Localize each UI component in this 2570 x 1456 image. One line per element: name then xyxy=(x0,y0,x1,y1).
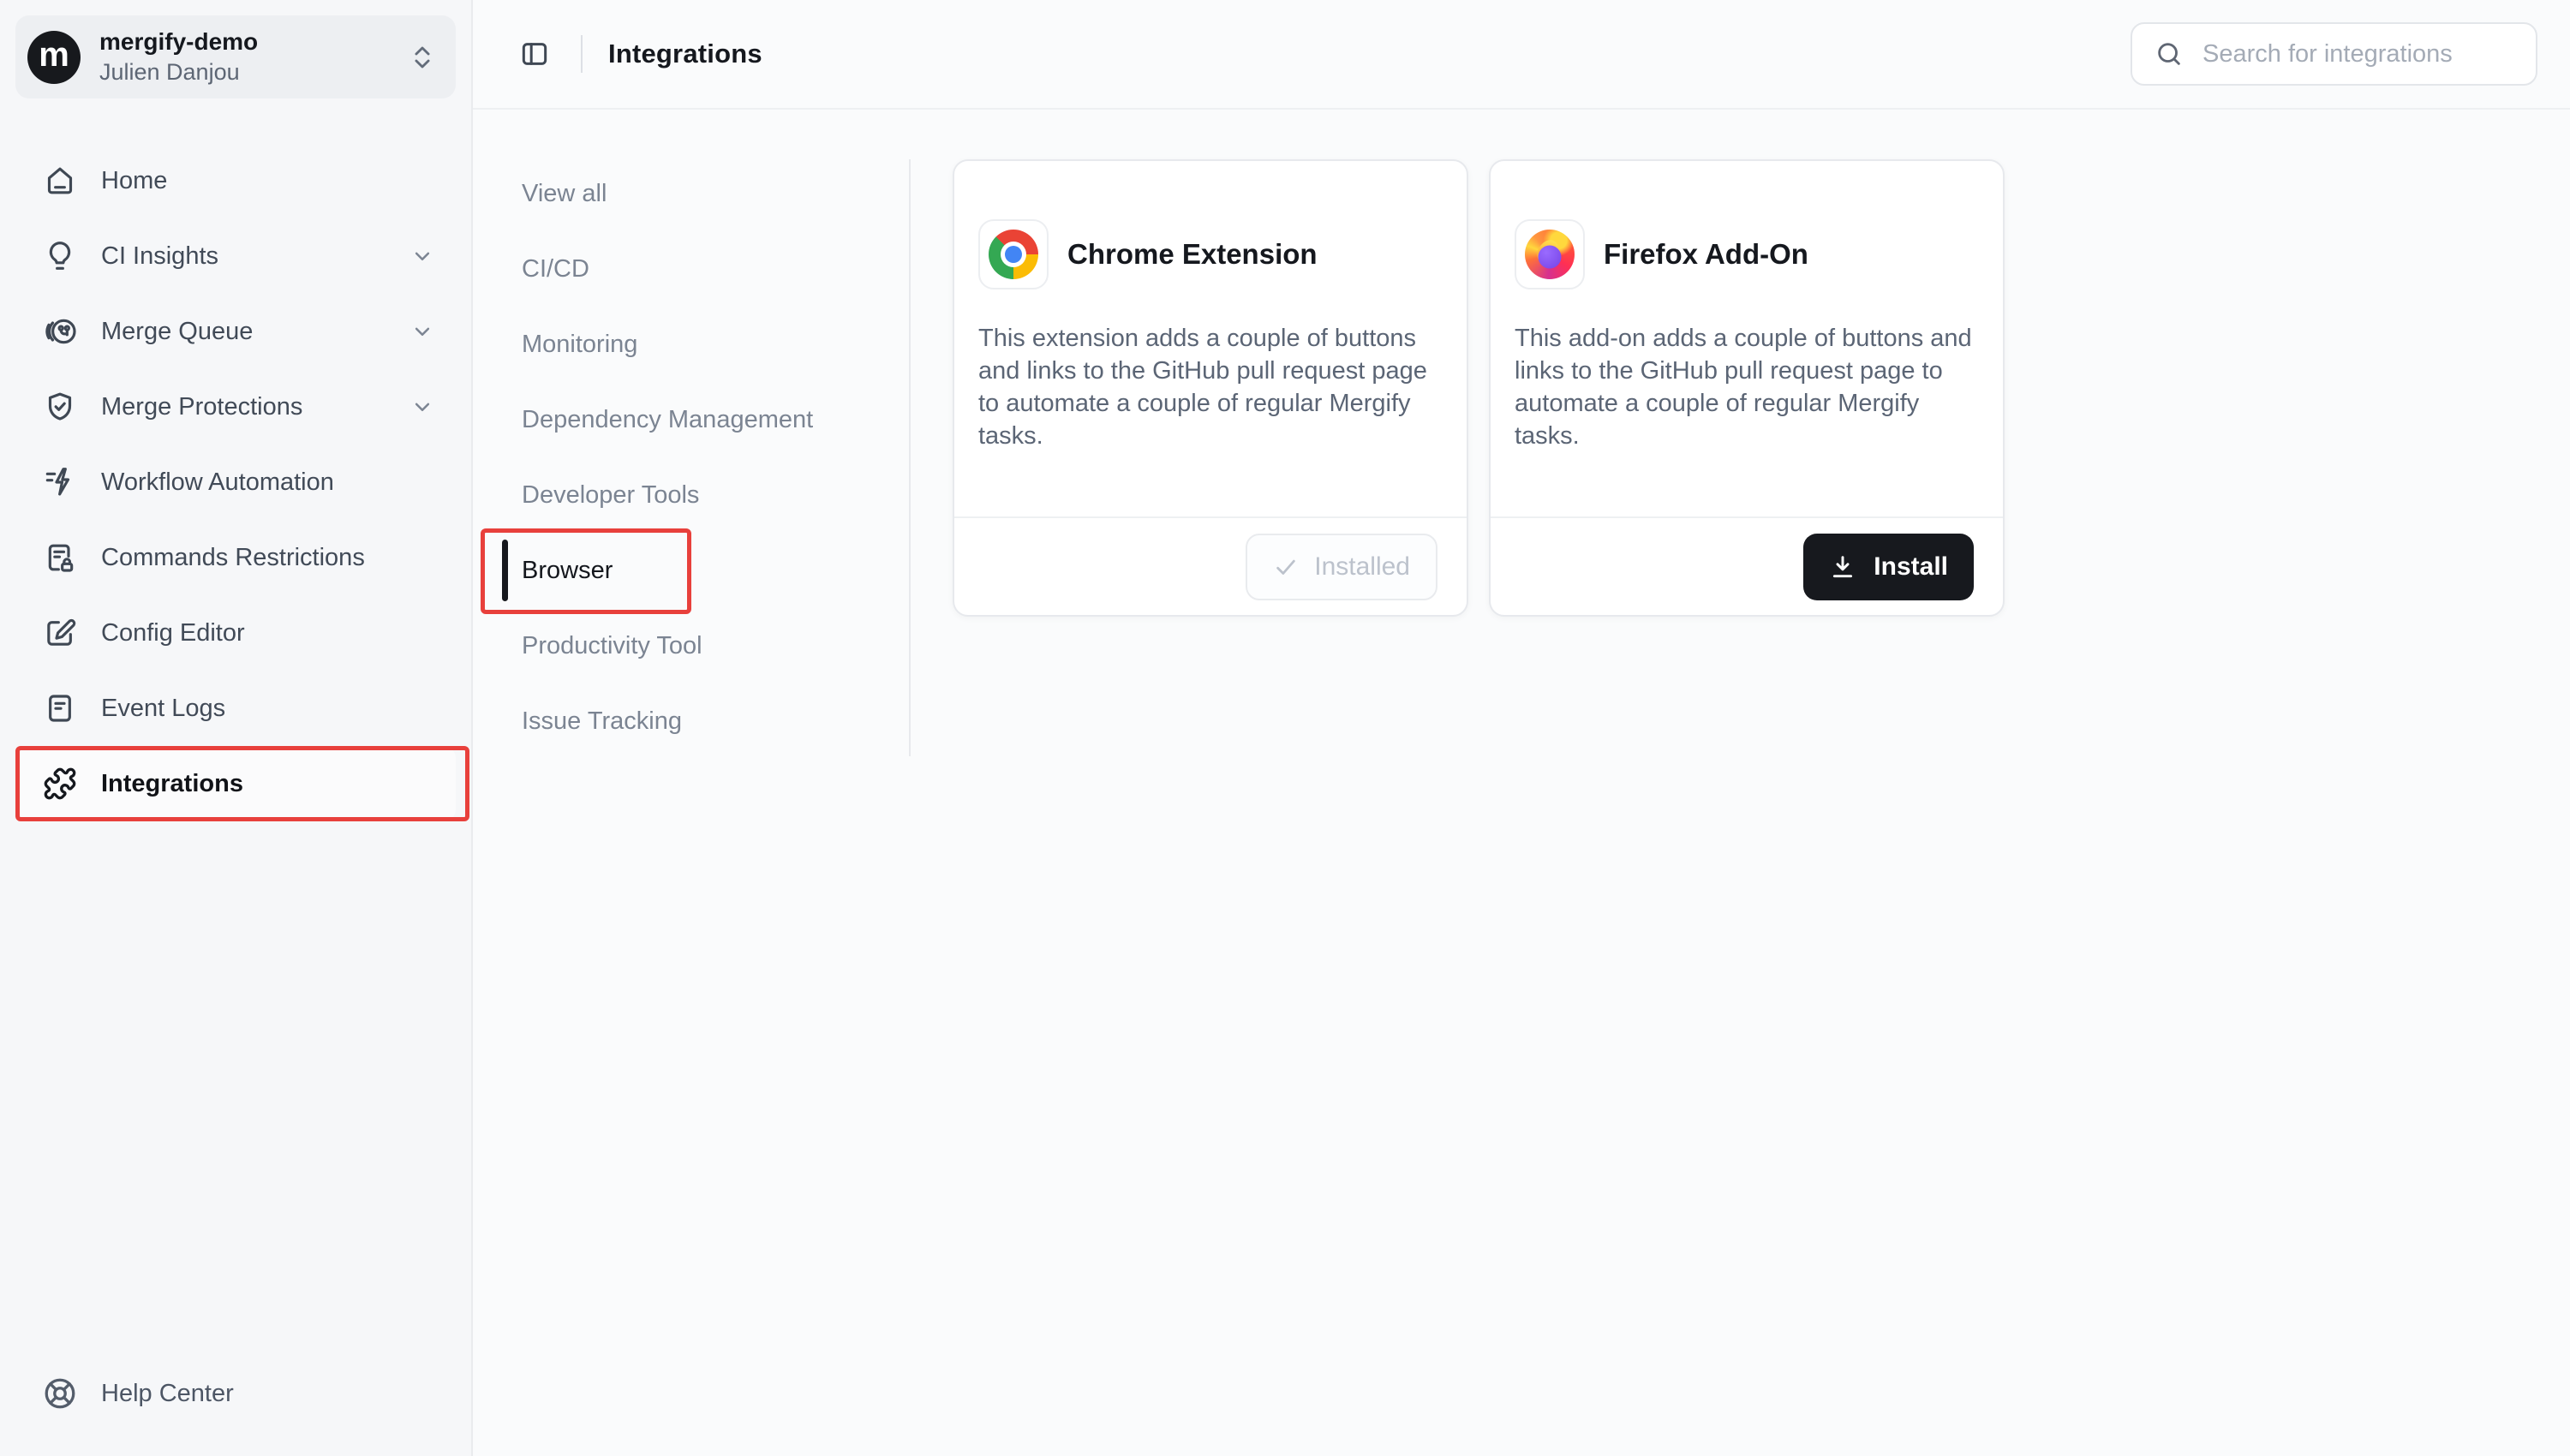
sidebar-item-label: Workflow Automation xyxy=(101,468,334,497)
search-icon xyxy=(2155,39,2184,69)
workspace-avatar: m xyxy=(27,31,81,84)
card-footer: Installed xyxy=(954,516,1467,615)
category-label: Issue Tracking xyxy=(522,707,682,736)
sidebar-item-label: Config Editor xyxy=(101,619,245,647)
sidebar-item-label: Commands Restrictions xyxy=(101,544,365,572)
category-label: Monitoring xyxy=(522,331,637,359)
sidebar-nav: Home CI Insights Merge Queue xyxy=(15,143,456,821)
installed-button[interactable]: Installed xyxy=(1246,534,1437,600)
category-nav: View all CI/CD Monitoring Dependency Man… xyxy=(473,110,909,759)
category-item-issue-tracking[interactable]: Issue Tracking xyxy=(522,683,909,759)
chevron-down-icon xyxy=(409,243,435,269)
panel-left-icon xyxy=(518,38,551,70)
lifebuoy-icon xyxy=(41,1375,79,1412)
sidebar-item-merge-queue[interactable]: Merge Queue xyxy=(15,294,456,369)
category-item-browser[interactable]: Browser xyxy=(522,533,909,608)
sidebar-item-label: Home xyxy=(101,167,167,195)
chevrons-up-down-icon xyxy=(408,43,437,72)
chevron-down-icon xyxy=(409,394,435,420)
category-item-dependency-management[interactable]: Dependency Management xyxy=(522,382,909,457)
sidebar-item-merge-protections[interactable]: Merge Protections xyxy=(15,369,456,445)
sidebar-item-label: Event Logs xyxy=(101,695,225,723)
category-label: View all xyxy=(522,180,607,208)
category-label: Dependency Management xyxy=(522,406,813,434)
category-item-developer-tools[interactable]: Developer Tools xyxy=(522,457,909,533)
install-button-label: Install xyxy=(1874,552,1948,582)
card-body: Chrome Extension This extension adds a c… xyxy=(954,161,1467,516)
card-body: Firefox Add-On This add-on adds a couple… xyxy=(1491,161,2003,516)
card-description: This add-on adds a couple of buttons and… xyxy=(1515,322,1979,452)
sidebar-item-help-center[interactable]: Help Center xyxy=(15,1367,456,1420)
sidebar-item-label: Integrations xyxy=(101,770,243,798)
sidebar-item-event-logs[interactable]: Event Logs xyxy=(15,671,456,746)
search-input[interactable] xyxy=(2202,40,2513,69)
sidebar-toggle-button[interactable] xyxy=(514,33,555,75)
sidebar-item-integrations[interactable]: Integrations xyxy=(15,746,456,821)
integration-card-firefox: Firefox Add-On This add-on adds a couple… xyxy=(1489,159,2005,617)
document-lock-icon xyxy=(43,540,77,575)
sidebar-item-label: CI Insights xyxy=(101,242,218,271)
chrome-logo-icon xyxy=(989,230,1038,279)
category-item-productivity-tool[interactable]: Productivity Tool xyxy=(522,608,909,683)
sidebar-item-ci-insights[interactable]: CI Insights xyxy=(15,218,456,294)
install-button[interactable]: Install xyxy=(1803,534,1974,600)
content-area: View all CI/CD Monitoring Dependency Man… xyxy=(473,110,2570,1456)
installed-button-label: Installed xyxy=(1314,552,1410,582)
sidebar-item-commands-restrictions[interactable]: Commands Restrictions xyxy=(15,520,456,595)
category-item-cicd[interactable]: CI/CD xyxy=(522,231,909,307)
home-icon xyxy=(43,164,77,198)
workspace-user-name: Julien Danjou xyxy=(99,59,258,86)
selected-category-indicator xyxy=(502,540,508,601)
chevron-down-icon xyxy=(409,319,435,344)
firefox-logo-icon xyxy=(1525,230,1575,279)
download-icon xyxy=(1829,553,1856,581)
merge-queue-icon xyxy=(43,314,77,349)
category-label: Productivity Tool xyxy=(522,632,702,660)
card-title: Firefox Add-On xyxy=(1604,238,1808,271)
integration-cards: Chrome Extension This extension adds a c… xyxy=(911,110,2005,617)
sidebar-item-label: Merge Protections xyxy=(101,393,302,421)
chrome-logo-box xyxy=(978,219,1049,289)
workspace-text: mergify-demo Julien Danjou xyxy=(99,28,258,86)
header-divider xyxy=(581,35,583,73)
search-box xyxy=(2131,22,2537,86)
workspace-org-name: mergify-demo xyxy=(99,28,258,56)
card-header: Firefox Add-On xyxy=(1515,219,1979,289)
integration-card-chrome: Chrome Extension This extension adds a c… xyxy=(953,159,1468,617)
category-item-view-all[interactable]: View all xyxy=(522,156,909,231)
sidebar-item-home[interactable]: Home xyxy=(15,143,456,218)
puzzle-icon xyxy=(43,767,77,801)
header: Integrations xyxy=(473,0,2570,110)
workspace-selector[interactable]: m mergify-demo Julien Danjou xyxy=(15,15,456,98)
check-icon xyxy=(1273,554,1299,580)
sidebar-item-config-editor[interactable]: Config Editor xyxy=(15,595,456,671)
card-title: Chrome Extension xyxy=(1067,238,1318,271)
document-lines-icon xyxy=(43,691,77,725)
card-footer: Install xyxy=(1491,516,2003,615)
edit-pencil-icon xyxy=(43,616,77,650)
firefox-logo-box xyxy=(1515,219,1585,289)
app-root: m mergify-demo Julien Danjou Home xyxy=(0,0,2570,1456)
card-description: This extension adds a couple of buttons … xyxy=(978,322,1443,452)
card-header: Chrome Extension xyxy=(978,219,1443,289)
category-label: Developer Tools xyxy=(522,481,699,510)
category-label: Browser xyxy=(522,557,613,585)
sidebar-item-label: Merge Queue xyxy=(101,318,253,346)
shield-check-icon xyxy=(43,390,77,424)
workflow-zap-icon xyxy=(43,465,77,499)
category-label: CI/CD xyxy=(522,255,589,283)
lightbulb-icon xyxy=(43,239,77,273)
avatar-letter: m xyxy=(39,38,69,72)
help-center-label: Help Center xyxy=(101,1380,234,1408)
main-area: Integrations View all CI/CD Monitoring D… xyxy=(473,0,2570,1456)
sidebar-item-workflow-automation[interactable]: Workflow Automation xyxy=(15,445,456,520)
category-item-monitoring[interactable]: Monitoring xyxy=(522,307,909,382)
sidebar: m mergify-demo Julien Danjou Home xyxy=(0,0,473,1456)
page-title: Integrations xyxy=(608,39,762,69)
